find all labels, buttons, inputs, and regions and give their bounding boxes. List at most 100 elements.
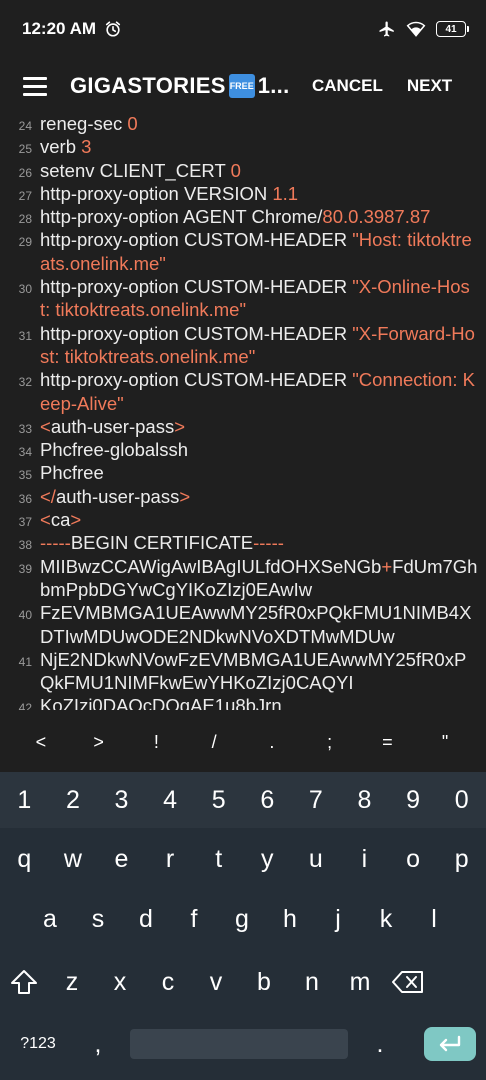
enter-key[interactable]	[424, 1027, 476, 1061]
number-key[interactable]: 1	[0, 786, 49, 815]
number-key[interactable]: 8	[340, 786, 389, 815]
number-key[interactable]: 3	[97, 786, 146, 815]
letter-key[interactable]: u	[292, 845, 341, 874]
letter-key[interactable]: i	[340, 845, 389, 874]
number-key[interactable]: 2	[49, 786, 98, 815]
period-key[interactable]: .	[358, 1030, 402, 1059]
letter-key[interactable]: a	[26, 905, 74, 934]
letter-key[interactable]: e	[97, 845, 146, 874]
code-text[interactable]: http-proxy-option VERSION 1.1	[40, 182, 480, 205]
code-text[interactable]: http-proxy-option CUSTOM-HEADER "Connect…	[40, 368, 480, 415]
text-token: http-proxy-option CUSTOM-HEADER	[40, 229, 353, 251]
code-line[interactable]: 31 http-proxy-option CUSTOM-HEADER "X-For…	[0, 322, 486, 369]
symbol-key[interactable]: "	[425, 732, 465, 753]
symbol-key[interactable]: !	[136, 732, 176, 753]
letter-key[interactable]: k	[362, 905, 410, 934]
code-line[interactable]: 33 <auth-user-pass>	[0, 415, 486, 438]
code-text[interactable]: http-proxy-option CUSTOM-HEADER "Host: t…	[40, 228, 480, 275]
code-text[interactable]: http-proxy-option CUSTOM-HEADER "X-Onlin…	[40, 275, 480, 322]
letter-key[interactable]: s	[74, 905, 122, 934]
code-line[interactable]: 24 reneg-sec 0	[0, 112, 486, 135]
code-line[interactable]: 41 NjE2NDkwNVowFzEVMBMGA1UEAwwMY25fR0xPQk…	[0, 648, 486, 695]
letter-key[interactable]: v	[192, 968, 240, 997]
text-token: ca	[50, 509, 71, 531]
letter-key[interactable]: q	[0, 845, 49, 874]
letter-key[interactable]: x	[96, 968, 144, 997]
code-line[interactable]: 32 http-proxy-option CUSTOM-HEADER "Conne…	[0, 368, 486, 415]
code-text[interactable]: </auth-user-pass>	[40, 485, 480, 508]
code-line[interactable]: 25 verb 3	[0, 135, 486, 158]
number-key[interactable]: 4	[146, 786, 195, 815]
code-text[interactable]: http-proxy-option CUSTOM-HEADER "X-Forwa…	[40, 322, 480, 369]
code-line[interactable]: 42 KoZIzj0DAQcDQgAE1u8bJrn	[0, 694, 486, 710]
code-text[interactable]: verb 3	[40, 135, 480, 158]
code-line[interactable]: 26 setenv CLIENT_CERT 0	[0, 159, 486, 182]
letter-key[interactable]: p	[437, 845, 486, 874]
number-key[interactable]: 9	[389, 786, 438, 815]
letter-key[interactable]: z	[48, 968, 96, 997]
letter-key[interactable]: y	[243, 845, 292, 874]
letter-key[interactable]: d	[122, 905, 170, 934]
code-line[interactable]: 29 http-proxy-option CUSTOM-HEADER "Host:…	[0, 228, 486, 275]
letter-key[interactable]: j	[314, 905, 362, 934]
code-text[interactable]: MIIBwzCCAWigAwIBAgIULfdOHXSeNGb+FdUm7Ghb…	[40, 555, 480, 602]
space-key[interactable]	[130, 1029, 348, 1059]
code-text[interactable]: reneg-sec 0	[40, 112, 480, 135]
code-text[interactable]: Phcfree-globalssh	[40, 438, 480, 461]
letter-key[interactable]: h	[266, 905, 314, 934]
symbol-key[interactable]: /	[194, 732, 234, 753]
next-button[interactable]: NEXT	[399, 76, 460, 96]
letter-key[interactable]: r	[146, 845, 195, 874]
code-line[interactable]: 34 Phcfree-globalssh	[0, 438, 486, 461]
code-line[interactable]: 38 -----BEGIN CERTIFICATE-----	[0, 531, 486, 554]
symbol-key[interactable]: .	[252, 732, 292, 753]
code-text[interactable]: http-proxy-option AGENT Chrome/80.0.3987…	[40, 205, 480, 228]
code-line[interactable]: 36 </auth-user-pass>	[0, 485, 486, 508]
code-text[interactable]: Phcfree	[40, 461, 480, 484]
code-line[interactable]: 37 <ca>	[0, 508, 486, 531]
symbol-key[interactable]: >	[79, 732, 119, 753]
battery-level: 41	[445, 23, 457, 35]
letter-row-3-keys: zxcvbnm	[48, 968, 384, 997]
code-line[interactable]: 35 Phcfree	[0, 461, 486, 484]
shift-key[interactable]	[0, 969, 48, 995]
number-key[interactable]: 6	[243, 786, 292, 815]
backspace-key[interactable]	[384, 970, 432, 994]
code-text[interactable]: -----BEGIN CERTIFICATE-----	[40, 531, 480, 554]
code-line[interactable]: 39 MIIBwzCCAWigAwIBAgIULfdOHXSeNGb+FdUm7G…	[0, 555, 486, 602]
line-number: 24	[18, 119, 32, 133]
number-row: 1234567890	[0, 772, 486, 828]
code-text[interactable]: <auth-user-pass>	[40, 415, 480, 438]
letter-key[interactable]: m	[336, 968, 384, 997]
code-text[interactable]: FzEVMBMGA1UEAwwMY25fR0xPQkFMU1NIMB4XDTIw…	[40, 601, 480, 648]
number-key[interactable]: 5	[194, 786, 243, 815]
code-line[interactable]: 40 FzEVMBMGA1UEAwwMY25fR0xPQkFMU1NIMB4XDT…	[0, 601, 486, 648]
number-key[interactable]: 0	[437, 786, 486, 815]
code-text[interactable]: KoZIzj0DAQcDQgAE1u8bJrn	[40, 694, 480, 710]
letter-key[interactable]: f	[170, 905, 218, 934]
letter-key[interactable]: t	[194, 845, 243, 874]
code-text[interactable]: <ca>	[40, 508, 480, 531]
code-line[interactable]: 27 http-proxy-option VERSION 1.1	[0, 182, 486, 205]
letter-key[interactable]: l	[410, 905, 458, 934]
letter-key[interactable]: g	[218, 905, 266, 934]
code-text[interactable]: setenv CLIENT_CERT 0	[40, 159, 480, 182]
value-token: 3	[81, 136, 92, 158]
letter-key[interactable]: o	[389, 845, 438, 874]
letter-key[interactable]: b	[240, 968, 288, 997]
code-text[interactable]: NjE2NDkwNVowFzEVMBMGA1UEAwwMY25fR0xPQkFM…	[40, 648, 480, 695]
symbol-key[interactable]: <	[21, 732, 61, 753]
letter-key[interactable]: w	[49, 845, 98, 874]
cancel-button[interactable]: CANCEL	[304, 76, 391, 96]
config-editor[interactable]: 24 reneg-sec 0 25 verb 3 26 setenv CLIENT_CER…	[0, 112, 486, 710]
letter-key[interactable]: n	[288, 968, 336, 997]
number-key[interactable]: 7	[292, 786, 341, 815]
code-line[interactable]: 28 http-proxy-option AGENT Chrome/80.0.39…	[0, 205, 486, 228]
comma-key[interactable]: ,	[76, 1030, 120, 1059]
letter-key[interactable]: c	[144, 968, 192, 997]
symbols-mode-key[interactable]: ?123	[0, 1035, 76, 1053]
symbol-key[interactable]: ;	[310, 732, 350, 753]
code-line[interactable]: 30 http-proxy-option CUSTOM-HEADER "X-Onl…	[0, 275, 486, 322]
symbol-key[interactable]: =	[367, 732, 407, 753]
menu-button[interactable]	[0, 58, 70, 114]
